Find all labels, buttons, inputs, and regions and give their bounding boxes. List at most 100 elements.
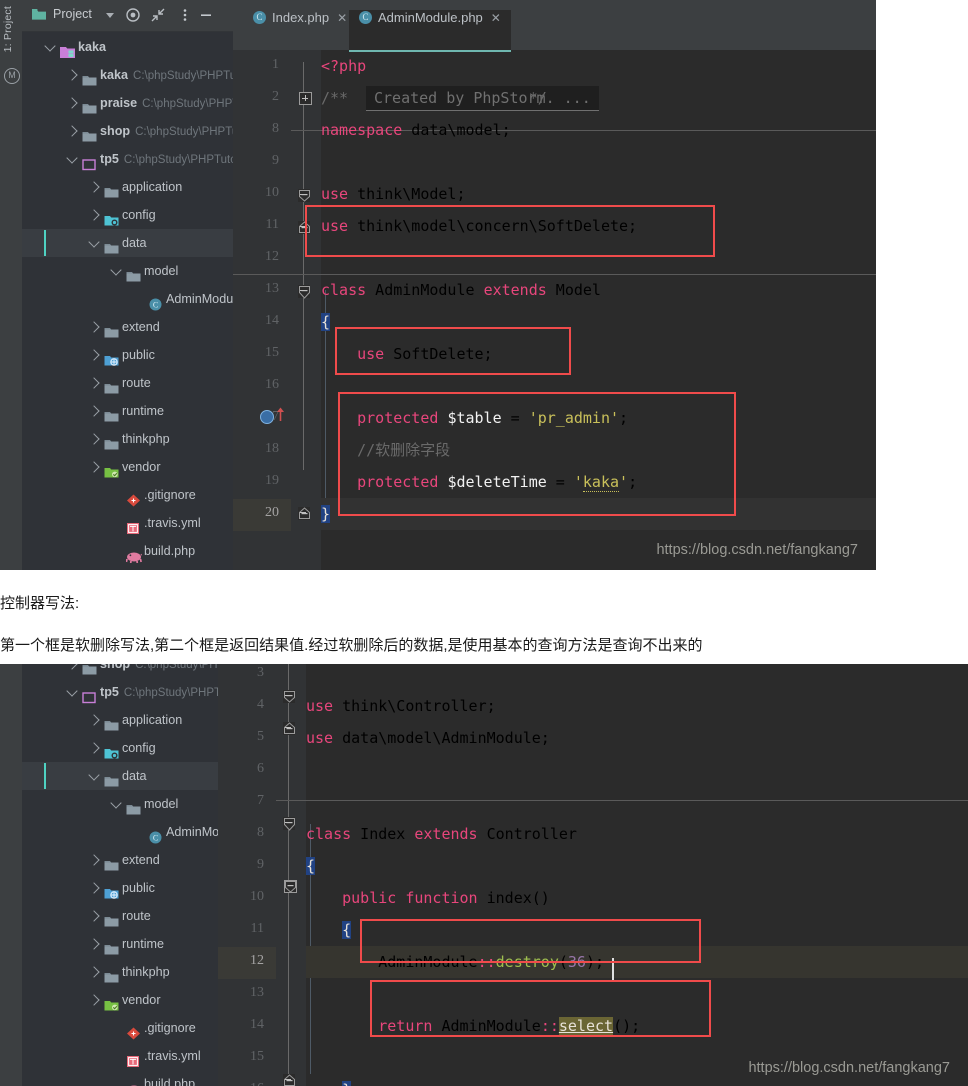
code-line-19[interactable]: protected $deleteTime = 'kaka'; [321, 466, 876, 498]
chevron-right-icon[interactable] [88, 882, 100, 894]
locate-target-icon[interactable] [125, 7, 141, 23]
tree-item-data[interactable]: data [22, 229, 233, 257]
close-icon[interactable]: ✕ [491, 11, 501, 25]
fold-collapse-icon-line16[interactable] [283, 1074, 295, 1086]
chevron-right-icon[interactable] [88, 405, 100, 417]
tree-item-kaka[interactable]: kakaC:\phpStudy\PHPTutori [22, 61, 233, 89]
tree-item-config[interactable]: config [22, 201, 233, 229]
tree-item-build-php[interactable]: build.php [22, 1070, 218, 1086]
chevron-down-icon[interactable] [66, 685, 78, 697]
tree-item-config[interactable]: config [22, 734, 218, 762]
chevron-right-icon[interactable] [88, 321, 100, 333]
tree-item-application[interactable]: application [22, 173, 233, 201]
more-options-icon[interactable] [177, 7, 193, 23]
tree-item-shop[interactable]: shopC:\phpStudy\PHPTutor [22, 117, 233, 145]
chevron-right-icon[interactable] [66, 664, 78, 670]
chevron-right-icon[interactable] [88, 854, 100, 866]
tree-item-vendor[interactable]: vendor [22, 453, 233, 481]
tree-item--travis-yml[interactable]: .travis.yml [22, 509, 233, 537]
chevron-right-icon[interactable] [88, 433, 100, 445]
code-line-4[interactable]: use think\Controller; [306, 690, 968, 722]
code-content-bottom[interactable]: use think\Controller; use data\model\Admi… [276, 664, 968, 1086]
hide-panel-icon[interactable] [198, 7, 214, 23]
fold-collapse-icon-line11[interactable] [298, 221, 310, 234]
chevron-right-icon[interactable] [88, 742, 100, 754]
chevron-down-icon[interactable] [110, 264, 122, 276]
code-line-10[interactable]: use think\Model; [321, 178, 876, 210]
chevron-right-icon[interactable] [88, 994, 100, 1006]
tree-item--gitignore[interactable]: .gitignore [22, 481, 233, 509]
code-line-3[interactable] [306, 664, 968, 690]
tree-item-tp5[interactable]: tp5C:\phpStudy\PHPTutoria [22, 145, 233, 173]
code-line-7[interactable] [306, 786, 968, 818]
code-line-6[interactable] [306, 754, 968, 786]
code-line-15[interactable]: use SoftDelete; [321, 338, 876, 370]
code-line-12[interactable]: AdminModule::destroy(36); [306, 946, 968, 978]
fold-collapse-icon-line20[interactable] [298, 507, 310, 520]
chevron-right-icon[interactable] [88, 966, 100, 978]
tab-index-php[interactable]: C Index.php ✕ [243, 10, 357, 50]
tree-item--gitignore[interactable]: .gitignore [22, 1014, 218, 1042]
chevron-right-icon[interactable] [88, 910, 100, 922]
tree-item-praise[interactable]: praiseC:\phpStudy\PHPTuto [22, 89, 233, 117]
code-line-20[interactable]: } [321, 498, 876, 530]
chevron-right-icon[interactable] [88, 938, 100, 950]
tree-item-adminmodule-php[interactable]: C AdminModule.php [22, 818, 218, 846]
close-icon[interactable]: ✕ [337, 11, 347, 25]
chevron-right-icon[interactable] [88, 209, 100, 221]
fold-collapse-icon-line8[interactable] [283, 817, 295, 831]
tree-item--travis-yml[interactable]: .travis.yml [22, 1042, 218, 1070]
caret-down-icon[interactable] [106, 13, 114, 18]
code-line-1[interactable]: <?php [321, 50, 876, 82]
tree-item-runtime[interactable]: runtime [22, 930, 218, 958]
fold-collapse-icon-line13[interactable] [298, 285, 310, 299]
collapse-all-icon[interactable] [150, 7, 166, 23]
chevron-right-icon[interactable] [88, 461, 100, 473]
tree-item-route[interactable]: route [22, 902, 218, 930]
chevron-right-icon[interactable] [88, 181, 100, 193]
code-line-9[interactable] [321, 146, 876, 178]
tree-item-tp5[interactable]: tp5C:\phpStudy\PHPTutoria [22, 678, 218, 706]
tree-item-public[interactable]: public [22, 341, 233, 369]
chevron-right-icon[interactable] [88, 714, 100, 726]
tree-item-data[interactable]: data [22, 762, 218, 790]
tab-adminmodule-php[interactable]: C AdminModule.php ✕ [349, 10, 511, 52]
chevron-down-icon[interactable] [44, 40, 56, 52]
tree-item-extend[interactable]: extend [22, 313, 233, 341]
tree-item-model[interactable]: model [22, 790, 218, 818]
chevron-right-icon[interactable] [66, 97, 78, 109]
code-line-13[interactable]: class AdminModule extends Model [321, 274, 876, 306]
chevron-down-icon[interactable] [88, 236, 100, 248]
tree-item-public[interactable]: public [22, 874, 218, 902]
editor-gutter-bottom[interactable]: 3 4 5 6 7 8 9 10 11 12 13 14 15 16 [218, 664, 276, 1086]
code-line-18[interactable]: //软删除字段 [321, 434, 876, 466]
chevron-right-icon[interactable] [66, 69, 78, 81]
editor-fold-column[interactable] [260, 50, 321, 570]
tree-item-route[interactable]: route [22, 369, 233, 397]
chevron-down-icon[interactable] [66, 152, 78, 164]
tree-item-thinkphp[interactable]: thinkphp [22, 425, 233, 453]
editor-gutter[interactable]: 12891011121314151617181920 [233, 50, 291, 570]
chevron-right-icon[interactable] [66, 125, 78, 137]
code-line-2[interactable]: /** */ [321, 82, 876, 114]
project-tool-window-tab[interactable]: 1: Project [2, 6, 20, 52]
code-line-5[interactable]: use data\model\AdminModule; [306, 722, 968, 754]
project-tree[interactable]: kaka kakaC:\phpStudy\PHPTutori praiseC:\ph… [22, 31, 233, 570]
code-line-8[interactable]: namespace data\model; [321, 114, 876, 146]
tree-item-vendor[interactable]: vendor [22, 986, 218, 1014]
editor-fold-column-bottom[interactable] [276, 664, 306, 1086]
code-line-9[interactable]: { [306, 850, 968, 882]
code-line-17[interactable]: protected $table = 'pr_admin'; [321, 402, 876, 434]
tree-item-kaka[interactable]: kaka [22, 33, 233, 61]
code-line-11[interactable]: use think\model\concern\SoftDelete; [321, 210, 876, 242]
code-content[interactable]: Created by PhpStorm. ... <?php/** */name… [233, 50, 876, 570]
tree-item-application[interactable]: application [22, 706, 218, 734]
override-method-icon[interactable] [260, 410, 274, 424]
chevron-down-icon[interactable] [110, 797, 122, 809]
code-line-16[interactable] [321, 370, 876, 402]
code-line-14[interactable]: return AdminModule::select(); [306, 1010, 968, 1042]
code-line-14[interactable]: { [321, 306, 876, 338]
fold-collapse-icon-line5[interactable] [283, 722, 295, 735]
tree-item-model[interactable]: model [22, 257, 233, 285]
tree-item-thinkphp[interactable]: thinkphp [22, 958, 218, 986]
